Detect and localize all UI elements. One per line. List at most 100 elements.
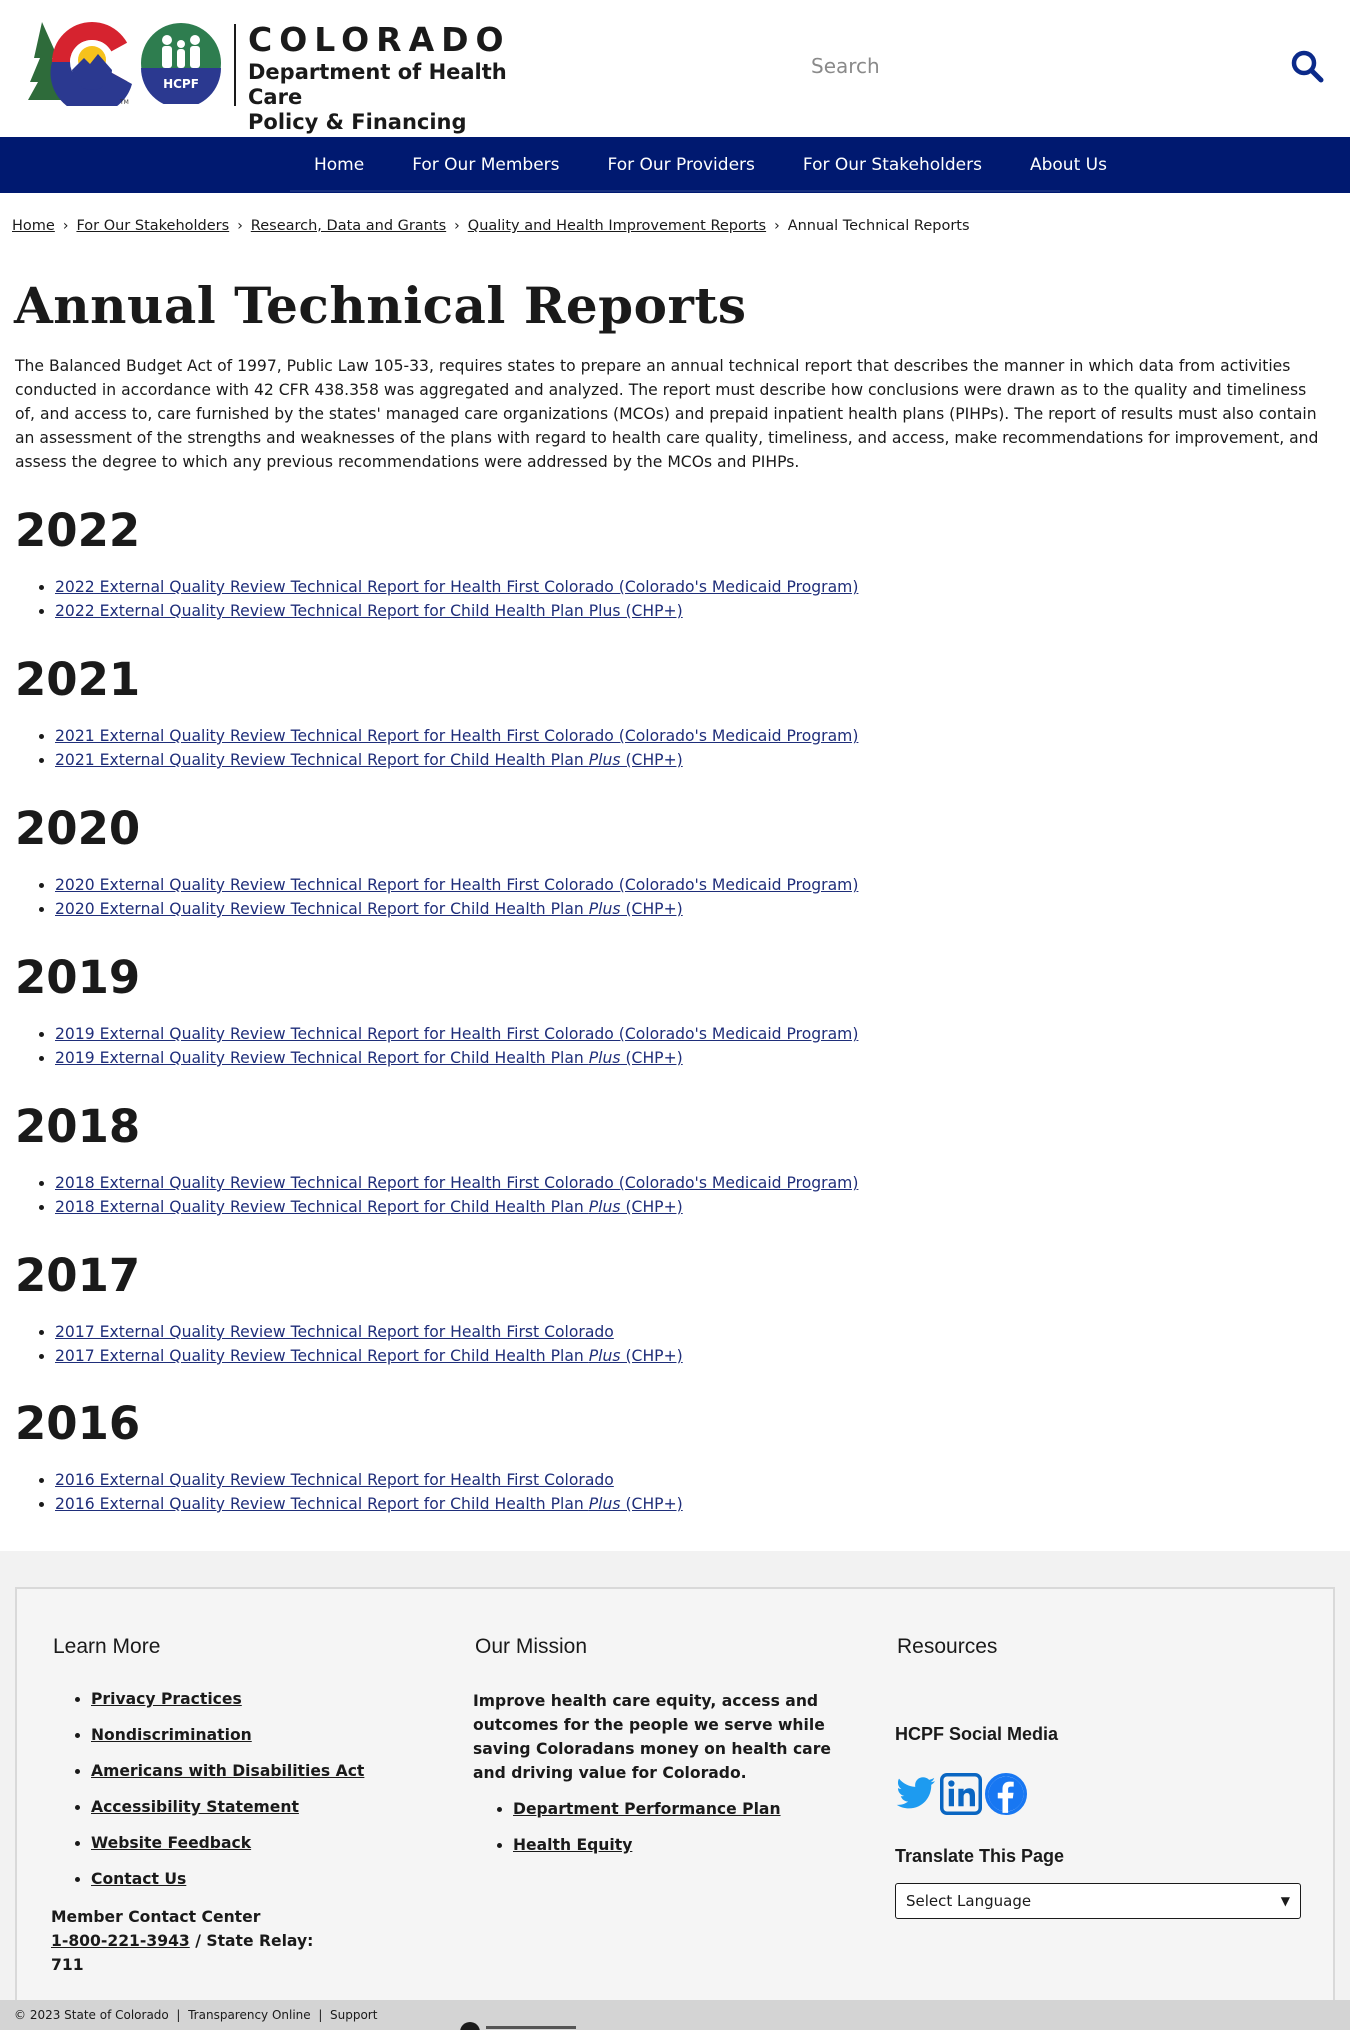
list-item: Americans with Disabilities Act: [91, 1761, 364, 1781]
year-section: 2018 2018 External Quality Review Technic…: [15, 1101, 915, 1219]
report-link-text: 2020 External Quality Review Technical R…: [55, 876, 859, 894]
nav-item-providers[interactable]: For Our Providers: [584, 137, 779, 193]
main-nav: Home For Our Members For Our Providers F…: [0, 137, 1350, 193]
list-item: 2018 External Quality Review Technical R…: [55, 1171, 915, 1195]
list-item: Department Performance Plan: [513, 1799, 781, 1819]
nav-underline: [290, 190, 1060, 192]
list-item: Accessibility Statement: [91, 1797, 364, 1817]
year-heading: 2017: [15, 1249, 141, 1302]
svg-text:TM: TM: [119, 99, 129, 106]
report-link-text: 2016 External Quality Review Technical R…: [55, 1495, 589, 1513]
report-link-emphasis: Plus: [588, 751, 621, 769]
breadcrumb-research[interactable]: Research, Data and Grants: [251, 218, 446, 234]
year-section: 2021 2021 External Quality Review Technic…: [15, 654, 915, 772]
linkedin-icon[interactable]: [940, 1773, 982, 1815]
nav-item-home[interactable]: Home: [290, 137, 388, 193]
report-list: 2017 External Quality Review Technical R…: [55, 1320, 915, 1368]
site-logo[interactable]: TM HCPF COLORADO Department of Health Ca…: [28, 20, 548, 134]
search-input[interactable]: [795, 40, 1265, 92]
department-name: Department of Health Care Policy & Finan…: [248, 60, 568, 135]
search-icon[interactable]: [1289, 48, 1325, 84]
footer-learn-more-list: Privacy Practices Nondiscrimination Amer…: [91, 1689, 364, 1905]
report-link-text: 2019 External Quality Review Technical R…: [55, 1049, 589, 1067]
footer-resources-title: Resources: [897, 1635, 998, 1658]
chevron-down-icon: ▼: [1280, 1894, 1290, 1908]
search-bar: [795, 40, 1325, 92]
bottom-separator: |: [318, 2008, 323, 2022]
report-link[interactable]: 2022 External Quality Review Technical R…: [55, 578, 858, 596]
hcpf-logo-icon: HCPF: [141, 23, 221, 104]
report-link[interactable]: 2017 External Quality Review Technical R…: [55, 1323, 614, 1341]
list-item: 2020 External Quality Review Technical R…: [55, 873, 915, 897]
nav-item-about[interactable]: About Us: [1006, 137, 1131, 193]
year-heading: 2016: [15, 1397, 141, 1450]
language-select[interactable]: Select Language ▼: [895, 1883, 1301, 1919]
report-link-text: 2016 External Quality Review Technical R…: [55, 1471, 614, 1489]
breadcrumb-separator: ›: [62, 218, 69, 234]
report-link-emphasis: Plus: [588, 1495, 621, 1513]
report-link[interactable]: 2021 External Quality Review Technical R…: [55, 727, 858, 745]
twitter-icon[interactable]: [895, 1773, 937, 1815]
footer-link-nondiscrimination[interactable]: Nondiscrimination: [91, 1726, 252, 1744]
footer-link-privacy[interactable]: Privacy Practices: [91, 1690, 242, 1708]
breadcrumb-stakeholders[interactable]: For Our Stakeholders: [76, 218, 229, 234]
breadcrumb-separator: ›: [237, 218, 243, 234]
report-link[interactable]: 2018 External Quality Review Technical R…: [55, 1174, 858, 1192]
site-footer: Learn More Privacy Practices Nondiscrimi…: [0, 1551, 1350, 2030]
breadcrumb: Home › For Our Stakeholders › Research, …: [12, 218, 970, 234]
report-link-text: 2018 External Quality Review Technical R…: [55, 1198, 589, 1216]
social-media-title: HCPF Social Media: [895, 1724, 1059, 1744]
report-link[interactable]: 2016 External Quality Review Technical R…: [55, 1471, 614, 1489]
breadcrumb-separator: ›: [774, 218, 780, 234]
report-link-suffix: (CHP+): [620, 1049, 683, 1067]
facebook-icon[interactable]: [985, 1773, 1027, 1815]
footer-link-contact[interactable]: Contact Us: [91, 1870, 186, 1888]
bottom-bar: © 2023 State of Colorado | Transparency …: [0, 2000, 1350, 2030]
footer-mission-title: Our Mission: [475, 1635, 588, 1658]
member-contact-line: 1-800-221-3943 / State Relay: 711: [51, 1929, 351, 1977]
report-link-emphasis: Plus: [588, 1049, 621, 1067]
footer-link-ada[interactable]: Americans with Disabilities Act: [91, 1762, 364, 1780]
year-section: 2022 2022 External Quality Review Technic…: [15, 505, 915, 623]
report-link-suffix: (CHP+): [620, 1495, 683, 1513]
report-link[interactable]: 2021 External Quality Review Technical R…: [55, 751, 683, 769]
colorado-footer-logo-icon: [460, 2022, 576, 2030]
mission-text: Improve health care equity, access and o…: [473, 1692, 831, 1782]
report-link[interactable]: 2017 External Quality Review Technical R…: [55, 1347, 683, 1365]
member-phone-link[interactable]: 1-800-221-3943: [51, 1932, 190, 1950]
list-item: 2016 External Quality Review Technical R…: [55, 1468, 915, 1492]
transparency-online-link[interactable]: Transparency Online: [188, 2008, 311, 2022]
report-link[interactable]: 2019 External Quality Review Technical R…: [55, 1049, 683, 1067]
list-item: 2016 External Quality Review Technical R…: [55, 1492, 915, 1516]
report-link[interactable]: 2020 External Quality Review Technical R…: [55, 876, 858, 894]
breadcrumb-quality-reports[interactable]: Quality and Health Improvement Reports: [468, 218, 766, 234]
report-link-text: 2021 External Quality Review Technical R…: [55, 727, 859, 745]
intro-paragraph: The Balanced Budget Act of 1997, Public …: [15, 357, 1319, 471]
nav-item-stakeholders[interactable]: For Our Stakeholders: [779, 137, 1006, 193]
translate-title: Translate This Page: [895, 1846, 1065, 1866]
report-link[interactable]: 2018 External Quality Review Technical R…: [55, 1198, 683, 1216]
report-link-text: 2017 External Quality Review Technical R…: [55, 1323, 614, 1341]
report-link[interactable]: 2022 External Quality Review Technical R…: [55, 602, 683, 620]
member-contact-label: Member Contact Center: [51, 1908, 261, 1926]
footer-link-accessibility[interactable]: Accessibility Statement: [91, 1798, 299, 1816]
report-link[interactable]: 2019 External Quality Review Technical R…: [55, 1025, 858, 1043]
breadcrumb-home[interactable]: Home: [12, 218, 55, 234]
list-item: Health Equity: [513, 1835, 781, 1855]
report-link[interactable]: 2020 External Quality Review Technical R…: [55, 900, 683, 918]
nav-items: Home For Our Members For Our Providers F…: [290, 137, 1131, 193]
report-list: 2021 External Quality Review Technical R…: [55, 724, 915, 772]
support-link[interactable]: Support: [330, 2008, 377, 2022]
report-link[interactable]: 2016 External Quality Review Technical R…: [55, 1495, 683, 1513]
site-header: TM HCPF COLORADO Department of Health Ca…: [0, 0, 1350, 137]
copyright-text: © 2023 State of Colorado: [14, 2008, 169, 2022]
year-section: 2017 2017 External Quality Review Technic…: [15, 1250, 915, 1368]
footer-link-feedback[interactable]: Website Feedback: [91, 1834, 251, 1852]
bottom-links: © 2023 State of Colorado | Transparency …: [14, 2000, 377, 2030]
year-heading: 2019: [15, 951, 141, 1004]
footer-learn-more-title: Learn More: [53, 1635, 161, 1658]
year-section: 2019 2019 External Quality Review Technic…: [15, 952, 915, 1070]
footer-link-performance-plan[interactable]: Department Performance Plan: [513, 1800, 781, 1818]
footer-link-health-equity[interactable]: Health Equity: [513, 1836, 632, 1854]
nav-item-members[interactable]: For Our Members: [388, 137, 583, 193]
